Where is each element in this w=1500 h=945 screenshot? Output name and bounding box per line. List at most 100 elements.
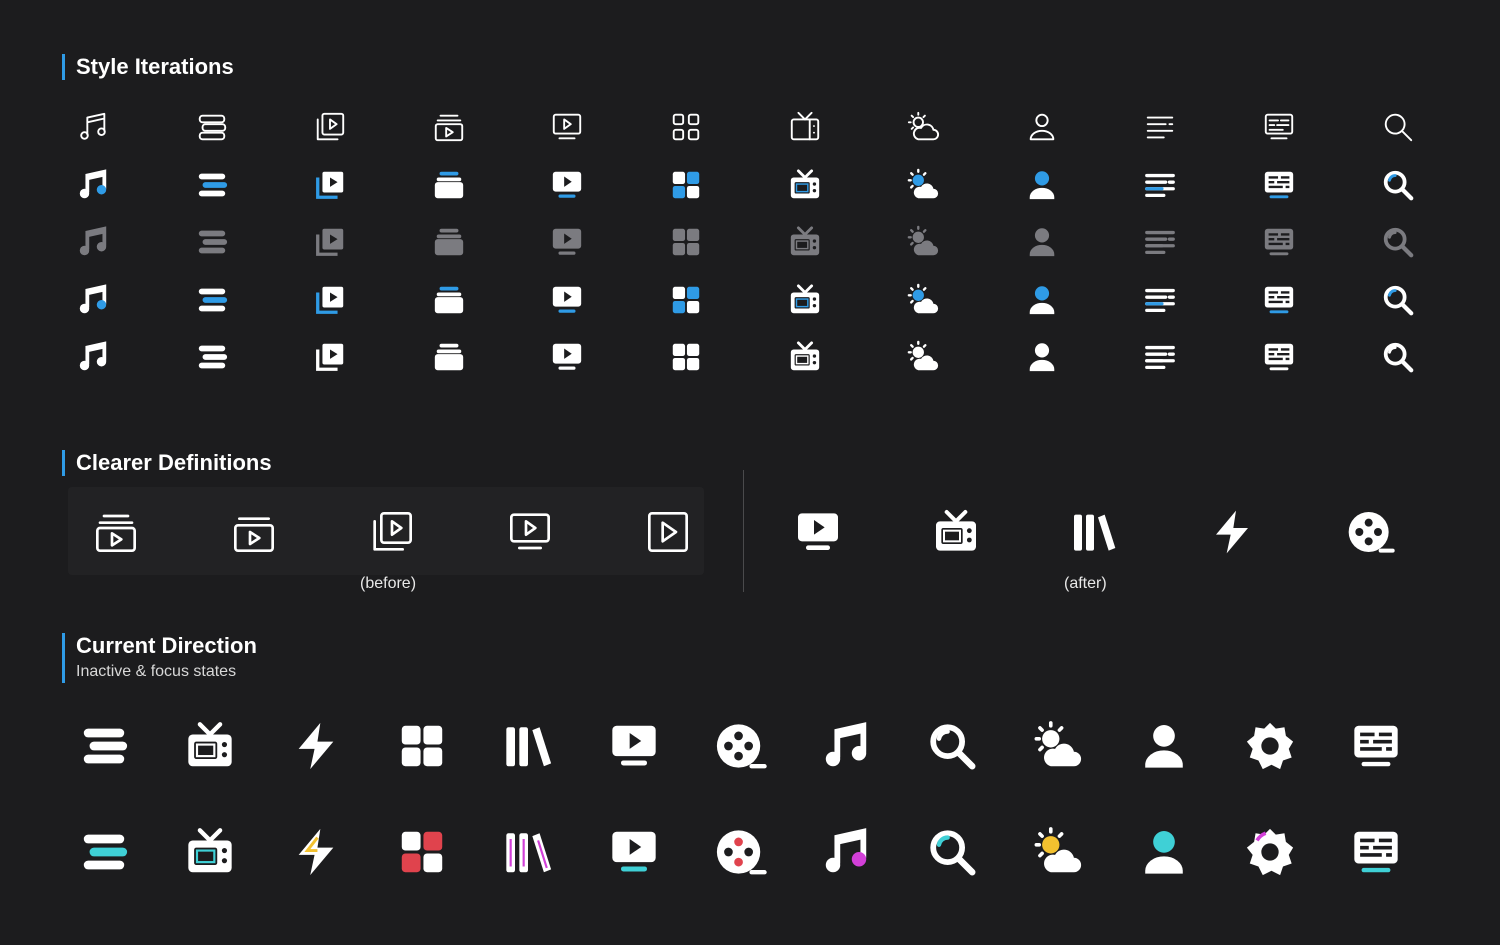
music-icon bbox=[76, 283, 110, 317]
media-library-icon bbox=[313, 110, 347, 144]
list-icon bbox=[1143, 340, 1177, 374]
grid-icon bbox=[669, 110, 703, 144]
weather-icon bbox=[1032, 826, 1084, 878]
film-reel-icon bbox=[714, 720, 767, 772]
search-icon bbox=[1381, 340, 1415, 374]
grid-icon bbox=[669, 283, 703, 317]
weather-icon bbox=[906, 110, 940, 144]
current-direction-heading: Current Direction bbox=[76, 633, 257, 658]
search-icon bbox=[1381, 110, 1415, 144]
television-icon bbox=[932, 508, 980, 556]
person-icon bbox=[1025, 283, 1059, 317]
list-icon bbox=[1143, 110, 1177, 144]
weather-icon bbox=[906, 340, 940, 374]
film-reel-icon bbox=[1346, 508, 1395, 556]
media-queue-icon bbox=[432, 225, 466, 259]
library-icon bbox=[502, 720, 554, 772]
media-queue-single-icon bbox=[230, 508, 278, 556]
person-icon bbox=[1025, 168, 1059, 202]
tv-screen-icon bbox=[506, 508, 554, 556]
media-library-icon bbox=[313, 340, 347, 374]
gear-icon bbox=[1244, 720, 1296, 772]
section-style-iterations-title: Style Iterations bbox=[62, 54, 234, 80]
media-queue-icon bbox=[92, 508, 140, 556]
stack-icon bbox=[195, 340, 229, 374]
media-library-icon bbox=[368, 508, 416, 556]
grid-icon bbox=[669, 168, 703, 202]
television-icon bbox=[788, 283, 822, 317]
section-current-direction-title: Current Direction Inactive & focus state… bbox=[62, 633, 257, 683]
tv-screen-icon bbox=[550, 283, 584, 317]
guide-icon bbox=[1262, 168, 1296, 202]
media-library-icon bbox=[313, 225, 347, 259]
music-icon bbox=[76, 340, 110, 374]
music-icon bbox=[820, 826, 872, 878]
tv-screen-icon bbox=[608, 826, 660, 878]
media-queue-icon bbox=[432, 110, 466, 144]
tv-screen-icon bbox=[550, 340, 584, 374]
grid-icon bbox=[396, 720, 448, 772]
tv-screen-icon bbox=[550, 110, 584, 144]
television-icon bbox=[788, 110, 822, 144]
television-icon bbox=[788, 340, 822, 374]
music-icon bbox=[820, 720, 872, 772]
play-box-icon bbox=[644, 508, 692, 556]
person-icon bbox=[1025, 340, 1059, 374]
lightning-icon bbox=[290, 826, 342, 878]
guide-icon bbox=[1262, 110, 1296, 144]
tv-screen-icon bbox=[608, 720, 660, 772]
grid-icon bbox=[669, 340, 703, 374]
person-icon bbox=[1025, 225, 1059, 259]
section-clearer-definitions-title: Clearer Definitions bbox=[62, 450, 272, 476]
style-iterations-heading: Style Iterations bbox=[76, 54, 234, 79]
stack-icon bbox=[195, 283, 229, 317]
current-direction-subtitle: Inactive & focus states bbox=[76, 663, 237, 680]
tv-screen-icon bbox=[794, 508, 842, 556]
media-queue-icon bbox=[432, 283, 466, 317]
search-icon bbox=[1381, 225, 1415, 259]
library-icon bbox=[502, 826, 554, 878]
stack-icon bbox=[195, 225, 229, 259]
weather-icon bbox=[906, 168, 940, 202]
search-icon bbox=[1381, 168, 1415, 202]
television-icon bbox=[184, 826, 236, 878]
media-library-icon bbox=[313, 168, 347, 202]
media-queue-icon bbox=[432, 340, 466, 374]
divider bbox=[743, 470, 744, 592]
search-icon bbox=[1381, 283, 1415, 317]
person-icon bbox=[1025, 110, 1059, 144]
tv-screen-icon bbox=[550, 225, 584, 259]
television-icon bbox=[788, 225, 822, 259]
list-icon bbox=[1143, 225, 1177, 259]
search-icon bbox=[926, 826, 978, 878]
stack-icon bbox=[78, 826, 130, 878]
media-queue-icon bbox=[432, 168, 466, 202]
music-icon bbox=[76, 168, 110, 202]
person-icon bbox=[1138, 826, 1190, 878]
grid-icon bbox=[396, 826, 448, 878]
weather-icon bbox=[906, 225, 940, 259]
media-library-icon bbox=[313, 283, 347, 317]
film-reel-icon bbox=[714, 826, 767, 878]
television-icon bbox=[788, 168, 822, 202]
grid-icon bbox=[669, 225, 703, 259]
library-icon bbox=[1070, 508, 1118, 556]
clearer-definitions-heading: Clearer Definitions bbox=[76, 450, 272, 475]
search-icon bbox=[926, 720, 978, 772]
list-icon bbox=[1143, 168, 1177, 202]
weather-icon bbox=[1032, 720, 1084, 772]
television-icon bbox=[184, 720, 236, 772]
tv-screen-icon bbox=[550, 168, 584, 202]
guide-icon bbox=[1262, 340, 1296, 374]
before-caption: (before) bbox=[360, 575, 417, 592]
lightning-icon bbox=[290, 720, 342, 772]
gear-icon bbox=[1244, 826, 1296, 878]
music-icon bbox=[76, 225, 110, 259]
list-icon bbox=[1143, 283, 1177, 317]
after-caption: (after) bbox=[1064, 575, 1107, 592]
guide-icon bbox=[1262, 283, 1296, 317]
music-icon bbox=[76, 110, 110, 144]
guide-icon bbox=[1262, 225, 1296, 259]
stack-icon bbox=[195, 110, 229, 144]
stack-icon bbox=[78, 720, 130, 772]
